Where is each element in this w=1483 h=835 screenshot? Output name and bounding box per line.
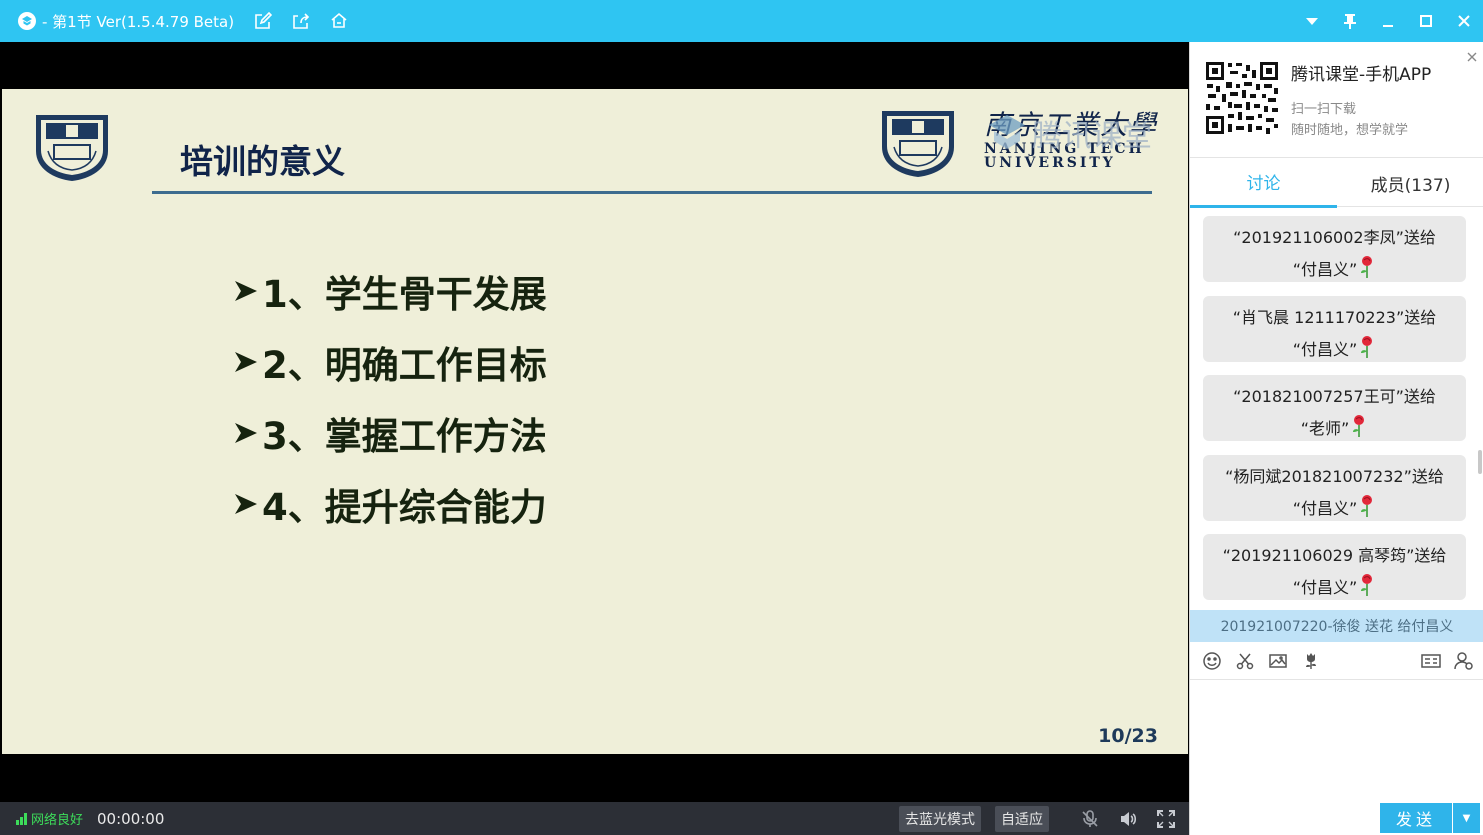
gift-message: “201921106002李凤”送给 “付昌义”: [1203, 216, 1466, 282]
card-icon[interactable]: [1420, 650, 1442, 672]
arrow-bullet-icon: [235, 280, 257, 301]
arrow-bullet-icon: [235, 351, 257, 372]
slide-divider: [152, 191, 1152, 194]
flower-gift-icon[interactable]: [1300, 650, 1322, 672]
side-panel: 腾讯课堂-手机APP 扫一扫下载 随时随地，想学就学 讨论 成员(137) “2…: [1189, 42, 1483, 835]
message-list-scrollbar[interactable]: [1478, 450, 1482, 474]
tencent-classroom-logo-icon: [989, 115, 1025, 149]
edit-icon[interactable]: [252, 10, 274, 32]
app-download-hint: 扫一扫下载: [1291, 102, 1357, 117]
university-emblem-icon: [36, 115, 108, 181]
bullet-list: 1、学生骨干发展 2、明确工作目标 3、掌握工作方法 4、提升综合能力: [232, 255, 547, 539]
auto-fit-button[interactable]: 自适应: [995, 805, 1049, 832]
window-title: - 第1节 Ver(1.5.4.79 Beta): [42, 12, 235, 31]
image-icon[interactable]: [1267, 650, 1289, 672]
send-button[interactable]: 发送: [1380, 803, 1452, 833]
bullet-item: 4、提升综合能力: [232, 468, 547, 539]
university-emblem-icon: [882, 111, 954, 177]
screenshot-scissors-icon[interactable]: [1234, 650, 1256, 672]
send-options-dropdown[interactable]: ▼: [1453, 803, 1480, 833]
rose-icon: [1353, 415, 1365, 437]
arrow-bullet-icon: [235, 422, 257, 443]
mic-muted-icon[interactable]: [1079, 808, 1101, 830]
rose-icon: [1361, 495, 1373, 517]
minimize-icon[interactable]: [1369, 0, 1407, 42]
maximize-icon[interactable]: [1407, 0, 1445, 42]
tab-members[interactable]: 成员(137): [1337, 158, 1483, 208]
pin-icon[interactable]: [1331, 0, 1369, 42]
fullscreen-icon[interactable]: [1155, 808, 1177, 830]
bullet-item: 3、掌握工作方法: [232, 397, 547, 468]
close-ad-icon[interactable]: [1465, 50, 1479, 64]
gift-message: “201921106029 高琴筠”送给 “付昌义”: [1203, 534, 1466, 600]
rose-icon: [1361, 336, 1373, 358]
slide: 培训的意义 南京工業大學 NANJING TECH UNIVERSITY 腾讯课…: [2, 89, 1188, 754]
player-control-bar: 网络良好 00:00:00 去蓝光模式 自适应: [0, 802, 1189, 835]
rose-icon: [1361, 574, 1373, 596]
gift-message: “201821007257王可”送给 “老师”: [1203, 375, 1466, 441]
slide-page-number: 10/23: [1098, 725, 1158, 747]
elapsed-timer: 00:00:00: [97, 809, 165, 828]
close-icon[interactable]: [1445, 0, 1483, 42]
volume-icon[interactable]: [1117, 808, 1139, 830]
dropdown-icon[interactable]: [1293, 0, 1331, 42]
signal-icon: [16, 812, 28, 825]
tab-discussion[interactable]: 讨论: [1190, 158, 1337, 208]
home-icon[interactable]: [328, 10, 350, 32]
bullet-item: 1、学生骨干发展: [232, 255, 547, 326]
network-status: 网络良好: [31, 813, 84, 828]
bullet-item: 2、明确工作目标: [232, 326, 547, 397]
university-name-en-line2: UNIVERSITY: [984, 155, 1116, 171]
side-tabs: 讨论 成员(137): [1190, 157, 1483, 208]
chat-input[interactable]: [1190, 681, 1483, 799]
chat-toolbar: [1190, 642, 1483, 680]
app-download-title: 腾讯课堂-手机APP: [1291, 65, 1432, 85]
title-bar: - 第1节 Ver(1.5.4.79 Beta): [0, 0, 1483, 42]
arrow-bullet-icon: [235, 493, 257, 514]
app-logo-icon: [18, 12, 36, 30]
qr-code-icon: [1204, 60, 1280, 136]
app-download-slogan: 随时随地，想学就学: [1291, 123, 1409, 138]
video-area[interactable]: 培训的意义 南京工業大學 NANJING TECH UNIVERSITY 腾讯课…: [0, 42, 1189, 802]
tencent-classroom-watermark: 腾讯课堂: [986, 111, 1152, 155]
discussion-message-list[interactable]: “201921106002李凤”送给 “付昌义” “肖飞晨 1211170223…: [1190, 208, 1483, 610]
gift-message: “杨同斌201821007232”送给 “付昌义”: [1203, 455, 1466, 521]
watermark-text: 腾讯课堂: [1032, 119, 1152, 154]
share-icon[interactable]: [290, 10, 312, 32]
emoji-icon[interactable]: [1201, 650, 1223, 672]
slide-title: 培训的意义: [180, 142, 345, 181]
player-controls-right: 去蓝光模式 自适应: [899, 802, 1177, 835]
user-settings-icon[interactable]: [1453, 650, 1475, 672]
rose-icon: [1361, 256, 1373, 278]
window-controls: [1293, 0, 1483, 42]
gift-notice-bar: 201921007220-徐俊 送花 给付昌义: [1190, 610, 1483, 642]
gift-message: “肖飞晨 1211170223”送给 “付昌义”: [1203, 296, 1466, 362]
blue-light-mode-button[interactable]: 去蓝光模式: [899, 805, 981, 832]
